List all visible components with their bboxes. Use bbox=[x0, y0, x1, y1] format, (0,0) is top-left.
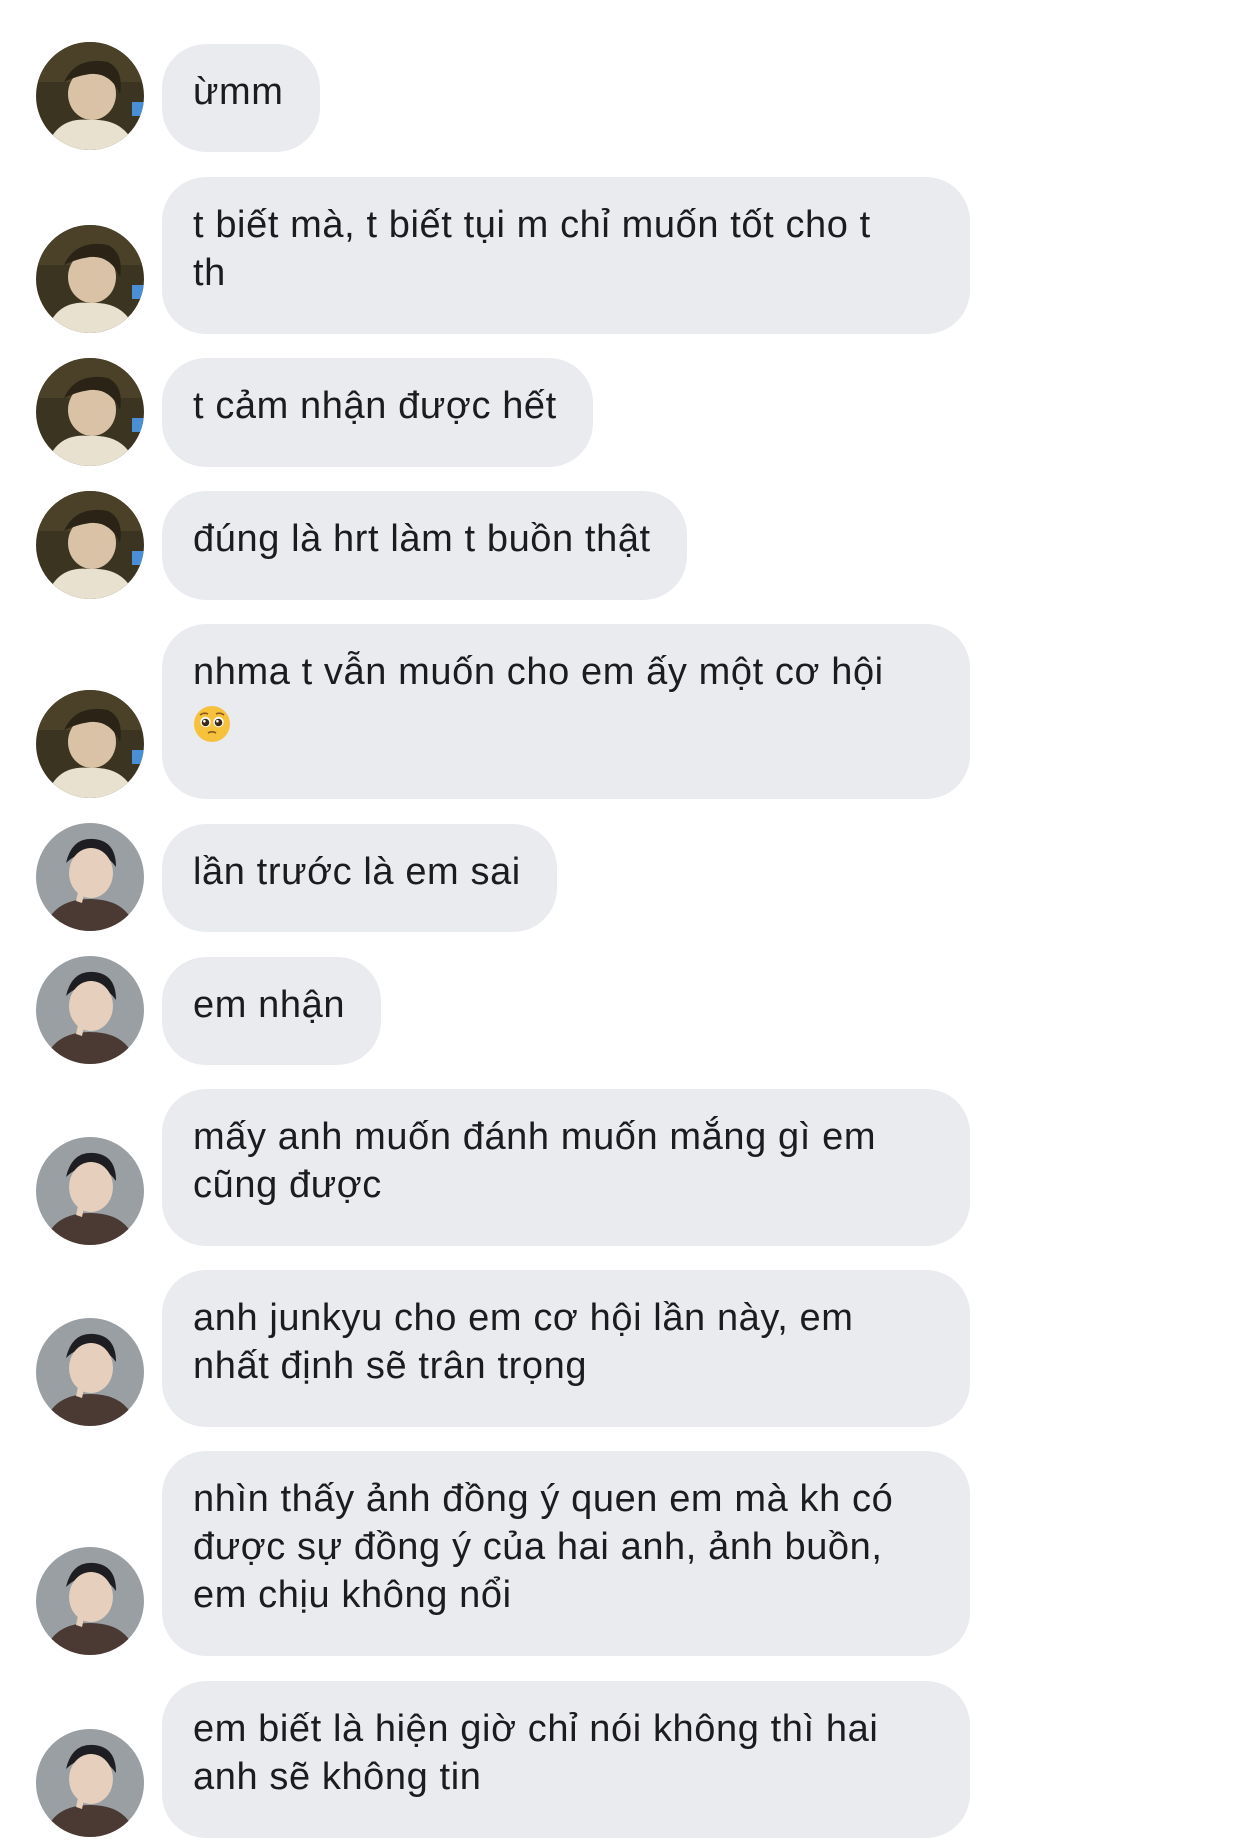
avatar-photo-icon bbox=[36, 358, 144, 466]
pleading-face-icon bbox=[194, 705, 230, 742]
avatar-photo-icon bbox=[36, 42, 144, 150]
message-text: anh sẽ không tin bbox=[193, 1756, 482, 1798]
avatar-contact[interactable] bbox=[36, 1729, 144, 1837]
avatar-junkyu[interactable] bbox=[36, 42, 144, 150]
message-text: đúng là hrt làm t buồn thật bbox=[193, 518, 651, 560]
avatar-contact[interactable] bbox=[36, 1547, 144, 1655]
avatar-contact[interactable] bbox=[36, 1318, 144, 1426]
message-bubble[interactable]: lần trước là em sai bbox=[162, 824, 557, 932]
message-bubble[interactable]: ừmm bbox=[162, 44, 320, 152]
message-bubble[interactable]: t cảm nhận được hết bbox=[162, 358, 593, 467]
avatar-photo-icon bbox=[36, 1137, 144, 1245]
message-text: nhìn thấy ảnh đồng ý quen em mà kh có bbox=[193, 1478, 894, 1520]
message-text: mấy anh muốn đánh muốn mắng gì em bbox=[193, 1116, 877, 1158]
message-text: nhma t vẫn muốn cho em ấy một cơ hội bbox=[193, 651, 884, 693]
message-text: lần trước là em sai bbox=[193, 851, 521, 893]
avatar-contact[interactable] bbox=[36, 1137, 144, 1245]
avatar-photo-icon bbox=[36, 1547, 144, 1655]
message-text: cũng được bbox=[193, 1164, 382, 1206]
message-text: em nhận bbox=[193, 984, 346, 1026]
avatar-junkyu[interactable] bbox=[36, 491, 144, 599]
message-bubble[interactable]: nhma t vẫn muốn cho em ấy một cơ hội bbox=[162, 624, 970, 799]
message-bubble[interactable]: em biết là hiện giờ chỉ nói không thì ha… bbox=[162, 1681, 970, 1838]
message-text: th bbox=[193, 252, 226, 294]
avatar-contact[interactable] bbox=[36, 823, 144, 931]
avatar-photo-icon bbox=[36, 1318, 144, 1426]
avatar-photo-icon bbox=[36, 1729, 144, 1837]
message-text: nhất định sẽ trân trọng bbox=[193, 1345, 588, 1387]
message-text: t biết mà, t biết tụi m chỉ muốn tốt cho… bbox=[193, 204, 871, 246]
message-emoji-line bbox=[193, 696, 934, 744]
message-bubble[interactable]: đúng là hrt làm t buồn thật bbox=[162, 491, 687, 600]
avatar-photo-icon bbox=[36, 690, 144, 798]
message-bubble[interactable]: anh junkyu cho em cơ hội lần này, em nhấ… bbox=[162, 1270, 970, 1427]
avatar-contact[interactable] bbox=[36, 956, 144, 1064]
message-text: anh junkyu cho em cơ hội lần này, em bbox=[193, 1297, 854, 1339]
message-text: em chịu không nổi bbox=[193, 1574, 512, 1616]
avatar-junkyu[interactable] bbox=[36, 690, 144, 798]
avatar-junkyu[interactable] bbox=[36, 358, 144, 466]
message-bubble[interactable]: t biết mà, t biết tụi m chỉ muốn tốt cho… bbox=[162, 177, 970, 334]
message-bubble[interactable]: nhìn thấy ảnh đồng ý quen em mà kh có đư… bbox=[162, 1451, 970, 1656]
avatar-junkyu[interactable] bbox=[36, 225, 144, 333]
avatar-photo-icon bbox=[36, 225, 144, 333]
avatar-photo-icon bbox=[36, 823, 144, 931]
message-bubble[interactable]: mấy anh muốn đánh muốn mắng gì em cũng đ… bbox=[162, 1089, 970, 1246]
message-text: t cảm nhận được hết bbox=[193, 385, 557, 427]
avatar-photo-icon bbox=[36, 956, 144, 1064]
chat-thread: ừmm t biết mà, t biết tụi m chỉ muốn tốt… bbox=[0, 0, 1242, 1846]
message-text: ừmm bbox=[193, 71, 284, 113]
avatar-photo-icon bbox=[36, 491, 144, 599]
message-text: em biết là hiện giờ chỉ nói không thì ha… bbox=[193, 1708, 879, 1750]
message-bubble[interactable]: em nhận bbox=[162, 957, 382, 1065]
message-text: được sự đồng ý của hai anh, ảnh buồn, bbox=[193, 1526, 883, 1568]
